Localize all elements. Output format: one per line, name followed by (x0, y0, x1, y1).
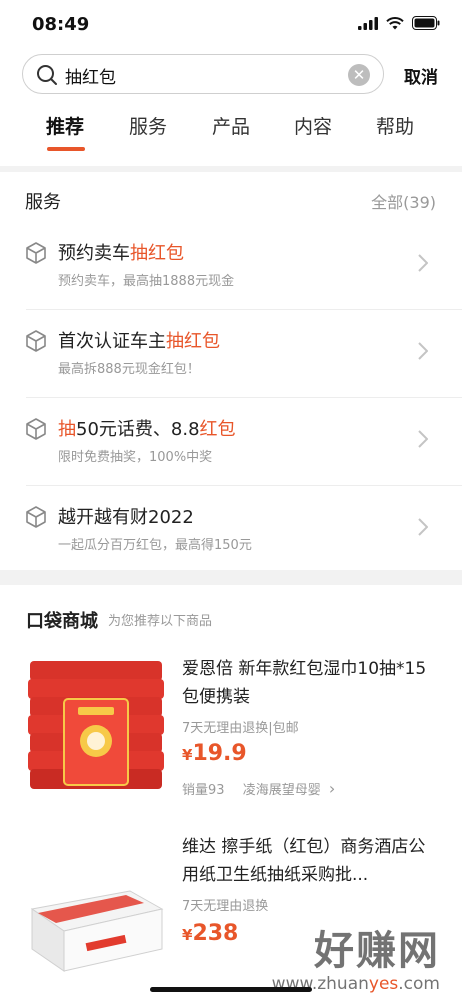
service-title: 越开越有财2022 (58, 507, 194, 528)
watermark-text: 好赚网 (314, 928, 440, 974)
service-title: 首次认证车主抽红包 (58, 331, 220, 352)
service-title: 抽50元话费、8.8红包 (58, 419, 236, 440)
chevron-right-icon (418, 342, 428, 360)
product-image (26, 839, 166, 979)
shop-subtitle: 为您推荐以下商品 (108, 614, 213, 629)
service-subtitle: 限时免费抽奖，100%中奖 (58, 450, 213, 465)
service-subtitle: 一起瓜分百万红包，最高得150元 (58, 538, 252, 553)
services-section: 服务 全部(39) 预约卖车抽红包 预约卖车，最高抽1888元现金 首次认证车主… (0, 172, 462, 570)
home-indicator[interactable] (150, 987, 312, 992)
chevron-right-icon (418, 254, 428, 272)
product-price: ¥19.9 (182, 741, 247, 766)
product-name: 维达 擦手纸（红包）商务酒店公用纸卫生纸抽纸采购批... (182, 837, 426, 885)
search-header: 抽红包 ✕ 取消 推荐 服务 产品 内容 帮助 (0, 50, 462, 166)
cube-icon (26, 330, 46, 352)
tab-help[interactable]: 帮助 (376, 112, 414, 139)
tab-content[interactable]: 内容 (294, 112, 332, 139)
status-time: 08:49 (32, 14, 90, 35)
chevron-right-icon (418, 430, 428, 448)
status-bar: 08:49 (0, 0, 462, 50)
product-card[interactable]: 爱恩倍 新年款红包湿巾10抽*15包便携装 7天无理由退换|包邮 ¥19.9 销… (0, 655, 462, 805)
service-subtitle: 最高拆888元现金红包！ (58, 362, 200, 377)
service-title: 预约卖车抽红包 (58, 243, 184, 264)
product-price: ¥238 (182, 921, 239, 946)
cube-icon (26, 506, 46, 528)
product-name: 爱恩倍 新年款红包湿巾10抽*15包便携装 (182, 659, 427, 707)
product-meta: 7天无理由退换|包邮 (182, 721, 299, 736)
signal-icon (358, 16, 378, 30)
search-icon (37, 65, 57, 85)
status-icons (358, 16, 440, 30)
product-image (26, 655, 166, 795)
active-tab-indicator (47, 147, 85, 151)
service-item[interactable]: 预约卖车抽红包 预约卖车，最高抽1888元现金 (0, 222, 462, 310)
search-input[interactable]: 抽红包 ✕ (22, 54, 384, 94)
service-item[interactable]: 越开越有财2022 一起瓜分百万红包，最高得150元 (0, 486, 462, 574)
cube-icon (26, 418, 46, 440)
search-query: 抽红包 (65, 68, 116, 88)
chevron-right-icon: › (328, 779, 336, 798)
product-meta: 7天无理由退换 (182, 899, 269, 914)
service-item[interactable]: 首次认证车主抽红包 最高拆888元现金红包！ (0, 310, 462, 398)
services-all-link[interactable]: 全部(39) (371, 189, 436, 213)
product-sales: 销量93 凌海展望母婴 › (182, 779, 336, 798)
battery-icon (412, 16, 440, 30)
tab-recommended[interactable]: 推荐 (46, 112, 84, 139)
cancel-button[interactable]: 取消 (404, 63, 438, 88)
chevron-right-icon (418, 518, 428, 536)
tab-services[interactable]: 服务 (129, 112, 167, 139)
clear-search-icon[interactable]: ✕ (348, 64, 370, 86)
service-subtitle: 预约卖车，最高抽1888元现金 (58, 274, 235, 289)
service-item[interactable]: 抽50元话费、8.8红包 限时免费抽奖，100%中奖 (0, 398, 462, 486)
services-title: 服务 (25, 192, 61, 213)
wifi-icon (386, 16, 404, 29)
category-tabs: 推荐 服务 产品 内容 帮助 (0, 110, 462, 156)
watermark: 好赚网 www.zhuanyes.com (272, 918, 440, 994)
shop-title: 口袋商城 (26, 611, 98, 632)
product-store: 凌海展望母婴 (242, 783, 321, 798)
cube-icon (26, 242, 46, 264)
tab-products[interactable]: 产品 (212, 112, 250, 139)
